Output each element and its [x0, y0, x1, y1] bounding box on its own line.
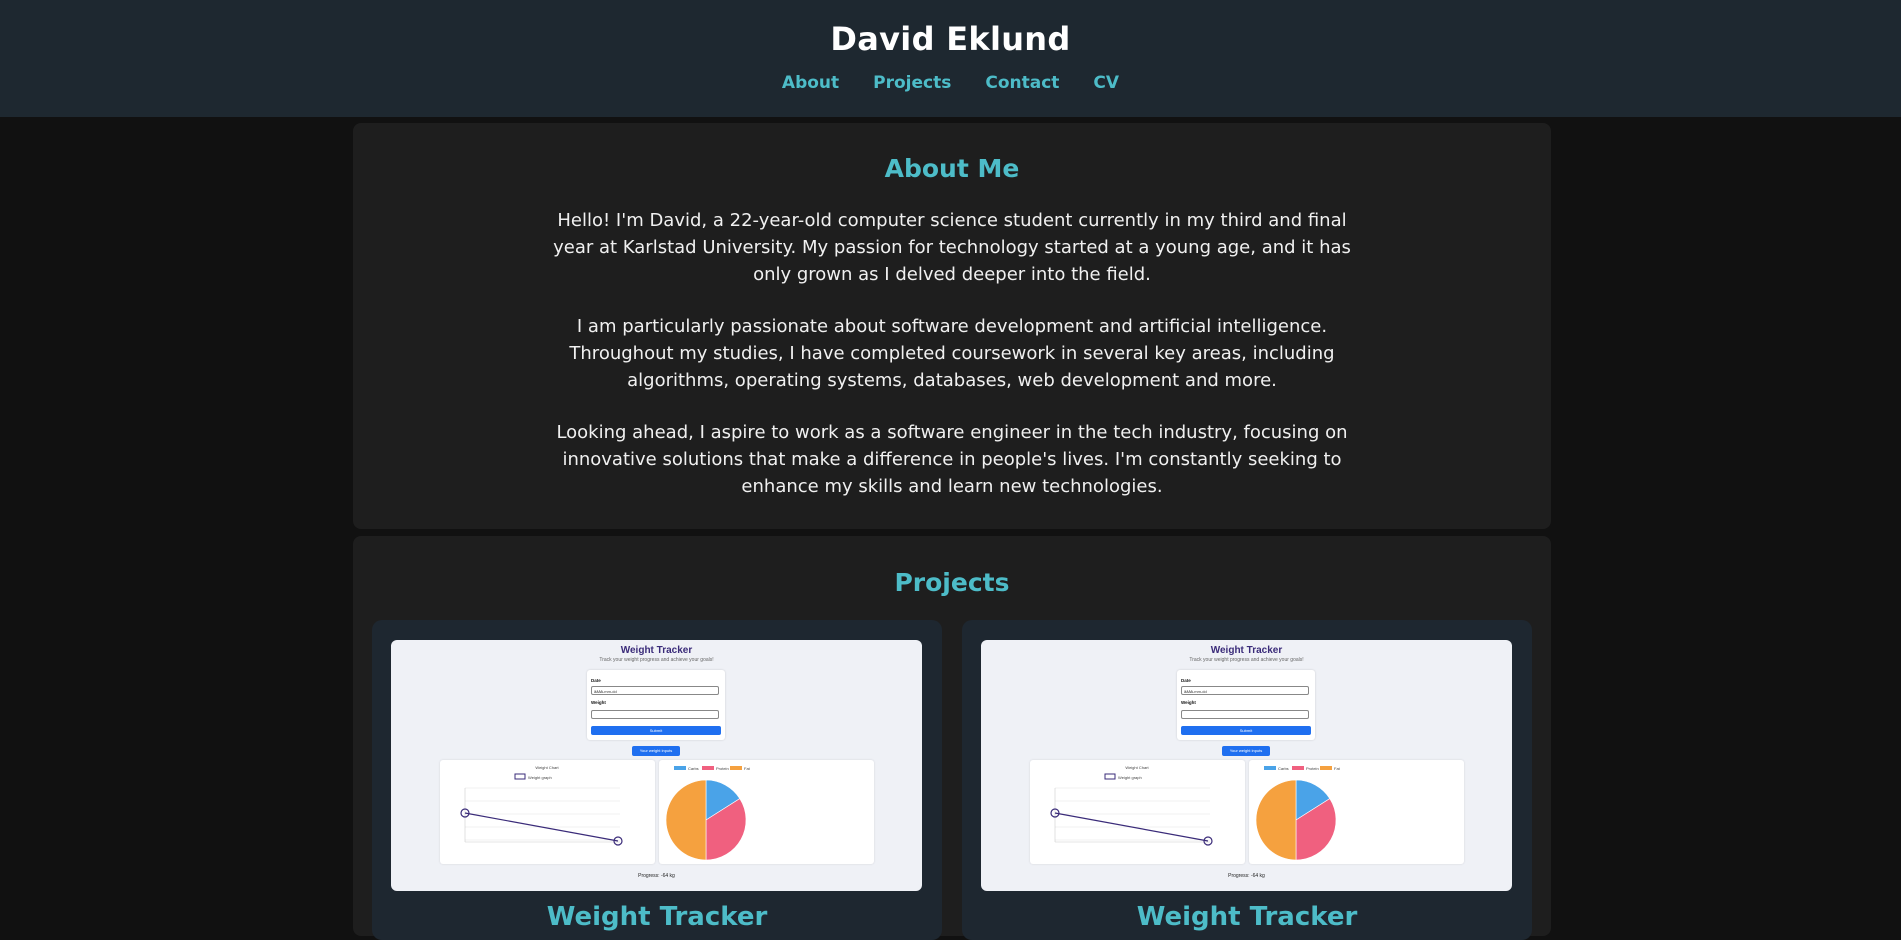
- about-paragraph-3: Looking ahead, I aspire to work as a sof…: [556, 422, 1348, 497]
- progress-text: Progress: -64 kg: [638, 873, 675, 879]
- pie-chart-panel: Carbs Protein Fat: [659, 760, 874, 864]
- weight-form: Date åååå-mm-dd Weight Submit: [1177, 670, 1315, 740]
- legend-label-carbs: Carbs: [688, 766, 699, 771]
- macro-pie-chart: Carbs Protein Fat: [1255, 766, 1341, 861]
- about-text: Hello! I'm David, a 22-year-old computer…: [553, 207, 1351, 525]
- project-screenshot[interactable]: Weight Tracker Track your weight progres…: [391, 640, 922, 891]
- projects-section: Projects Weight Tracker Track your weigh…: [353, 536, 1551, 940]
- line-chart-panel: Weight Chart Weight graph: [440, 760, 655, 864]
- weight-line-chart: Weight Chart Weight graph: [460, 765, 623, 846]
- legend-swatch-carbs: [1264, 766, 1276, 770]
- nav-about[interactable]: About: [782, 73, 839, 93]
- nav-contact[interactable]: Contact: [985, 73, 1059, 93]
- weight-label: Weight: [591, 700, 606, 705]
- pie-slice-fat: [1255, 779, 1297, 861]
- weight-inputs-dropdown: Your weight inputs: [1222, 746, 1270, 756]
- project-card[interactable]: Weight Tracker Track your weight progres…: [372, 620, 942, 940]
- line-legend-swatch: [514, 773, 526, 780]
- project-title[interactable]: Weight Tracker: [962, 902, 1532, 932]
- about-title: About Me: [884, 154, 1020, 183]
- about-section: About Me Hello! I'm David, a 22-year-old…: [353, 123, 1551, 529]
- line-chart-panel: Weight Chart Weight graph: [1030, 760, 1245, 864]
- main-nav: About Projects Contact CV: [0, 73, 1901, 93]
- legend-swatch-protein: [702, 766, 714, 770]
- legend-label-protein: Protein: [1306, 766, 1319, 771]
- submit-button: Submit: [1181, 726, 1311, 735]
- legend-label-protein: Protein: [716, 766, 729, 771]
- macro-pie-chart: Carbs Protein Fat: [665, 766, 751, 861]
- legend-swatch-protein: [1292, 766, 1304, 770]
- legend-swatch-fat: [1320, 766, 1332, 770]
- weight-inputs-dropdown: Your weight inputs: [632, 746, 680, 756]
- pie-slices: [665, 779, 747, 861]
- app-subtitle: Track your weight progress and achieve y…: [599, 657, 714, 663]
- pie-chart-panel: Carbs Protein Fat: [1249, 760, 1464, 864]
- site-title: David Eklund: [830, 20, 1071, 58]
- legend-swatch-carbs: [674, 766, 686, 770]
- date-label: Date: [591, 678, 601, 683]
- line-legend-label: Weight graph: [1118, 775, 1142, 780]
- about-paragraph-2: I am particularly passionate about softw…: [569, 316, 1335, 391]
- line-chart-title: Weight Chart: [1125, 765, 1149, 770]
- pie-legend: Carbs Protein Fat: [1264, 766, 1341, 771]
- projects-title: Projects: [894, 568, 1010, 597]
- pie-slices: [1255, 779, 1337, 861]
- nav-projects[interactable]: Projects: [873, 73, 951, 93]
- project-card[interactable]: Weight Tracker Track your weight progres…: [962, 620, 1532, 940]
- date-input: åååå-mm-dd: [591, 686, 719, 695]
- legend-swatch-fat: [730, 766, 742, 770]
- submit-button: Submit: [591, 726, 721, 735]
- line-chart-title: Weight Chart: [535, 765, 559, 770]
- weight-line-chart: Weight Chart Weight graph: [1050, 765, 1213, 846]
- weight-form: Date åååå-mm-dd Weight Submit: [587, 670, 725, 740]
- date-label: Date: [1181, 678, 1191, 683]
- app-title: Weight Tracker: [1210, 645, 1283, 656]
- weight-input: [1181, 710, 1309, 719]
- weight-input: [591, 710, 719, 719]
- line-legend-label: Weight graph: [528, 775, 552, 780]
- legend-label-fat: Fat: [744, 766, 751, 771]
- pie-slice-fat: [665, 779, 707, 861]
- line-legend-swatch: [1104, 773, 1116, 780]
- site-header: David Eklund About Projects Contact CV: [0, 0, 1901, 117]
- legend-label-carbs: Carbs: [1278, 766, 1289, 771]
- app-subtitle: Track your weight progress and achieve y…: [1189, 657, 1304, 663]
- progress-text: Progress: -64 kg: [1228, 873, 1265, 879]
- project-screenshot[interactable]: Weight Tracker Track your weight progres…: [981, 640, 1512, 891]
- weight-label: Weight: [1181, 700, 1196, 705]
- project-title[interactable]: Weight Tracker: [372, 902, 942, 932]
- nav-cv[interactable]: CV: [1093, 73, 1119, 93]
- app-title: Weight Tracker: [620, 645, 693, 656]
- about-paragraph-1: Hello! I'm David, a 22-year-old computer…: [553, 210, 1351, 285]
- date-input: åååå-mm-dd: [1181, 686, 1309, 695]
- legend-label-fat: Fat: [1334, 766, 1341, 771]
- pie-legend: Carbs Protein Fat: [674, 766, 751, 771]
